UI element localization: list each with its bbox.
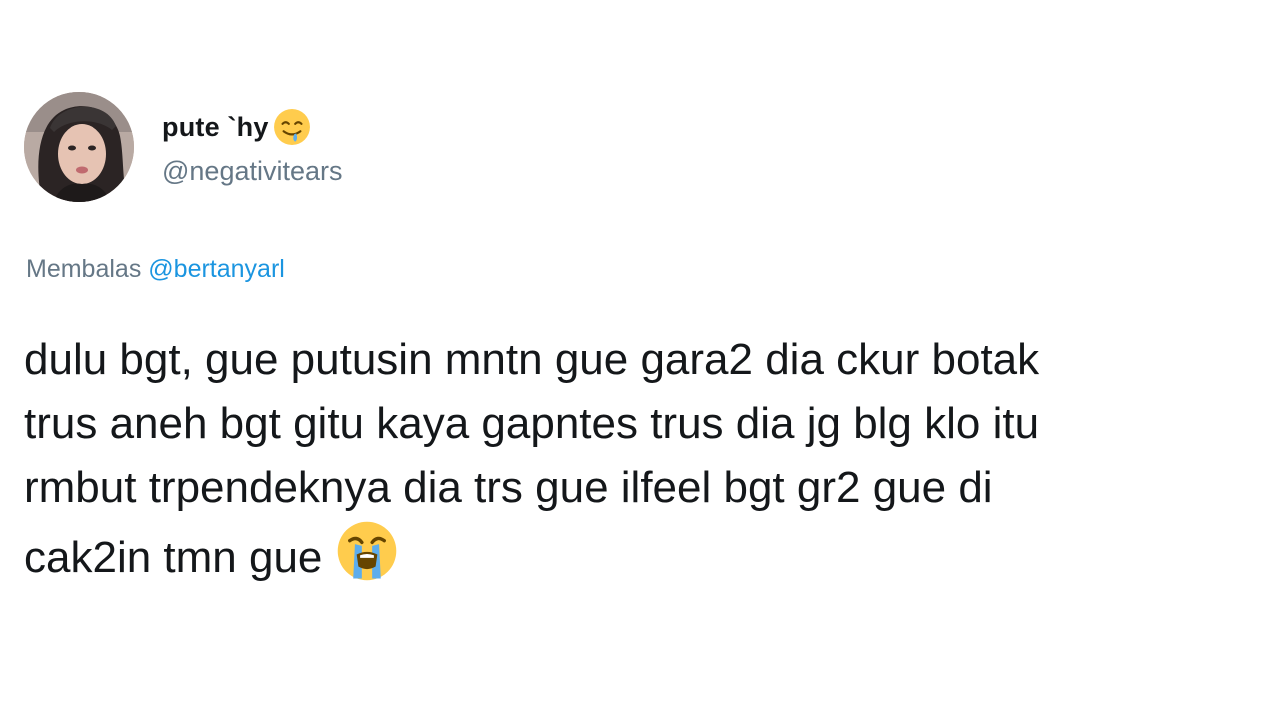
author-name-row[interactable]: pute `hy [162, 108, 311, 146]
display-name[interactable]: pute `hy [162, 112, 269, 143]
tweet-line: rmbut trpendeknya dia trs gue ilfeel bgt… [24, 463, 993, 512]
tweet-line-last: cak2in tmn gue [24, 520, 1274, 600]
drooling-face-icon [273, 108, 311, 146]
tweet-line-text: cak2in tmn gue [24, 533, 323, 582]
tweet-line: dulu bgt, gue putusin mntn gue gara2 dia… [24, 335, 1040, 384]
reply-mention-link[interactable]: @bertanyarl [148, 255, 285, 283]
avatar[interactable] [24, 92, 134, 202]
tweet-line: trus aneh bgt gitu kaya gapntes trus dia… [24, 399, 1040, 448]
reply-context: Membalas @bertanyarl [26, 255, 285, 284]
tweet-card: pute `hy @negativitears Membalas @bertan… [0, 0, 1280, 720]
reply-prefix: Membalas [26, 255, 142, 283]
loudly-crying-face-icon [336, 520, 398, 600]
avatar-photo [24, 92, 134, 202]
user-handle[interactable]: @negativitears [162, 156, 343, 187]
tweet-body: dulu bgt, gue putusin mntn gue gara2 dia… [24, 328, 1274, 600]
